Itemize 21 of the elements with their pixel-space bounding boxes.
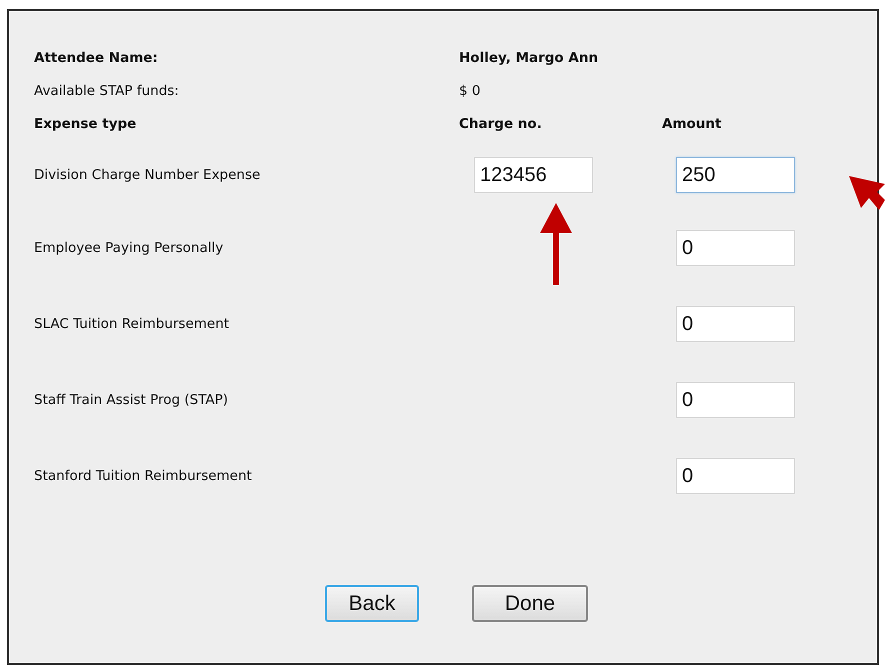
amount-field[interactable]: 0 [676,458,795,494]
column-header: Amount [662,114,722,134]
column-header: Charge no. [459,114,543,134]
charge-number-field[interactable]: 123456 [474,157,593,193]
expense-type: Staff Train Assist Prog (STAP) [34,392,228,408]
done-button[interactable]: Done [472,585,588,622]
amount-field[interactable]: 0 [676,382,795,418]
expense-type: SLAC Tuition Reimbursement [34,316,230,332]
amount-field[interactable]: 250 [676,157,795,193]
attendee-name: Holley, Margo Ann [459,48,600,68]
back-button[interactable]: Back [325,585,419,622]
funds-label: Available STAP funds: [34,82,180,100]
attendee-label: Attendee Name: [34,48,159,68]
amount-field[interactable]: 0 [676,306,795,342]
funds-value: $ 0 [459,82,482,100]
expense-type: Employee Paying Personally [34,240,224,256]
amount-field[interactable]: 0 [676,230,795,266]
column-header: Expense type [34,114,138,134]
expense-type: Stanford Tuition Reimbursement [34,468,252,484]
arrow-drawing [849,176,885,212]
expense-type: Division Charge Number Expense [34,167,260,183]
